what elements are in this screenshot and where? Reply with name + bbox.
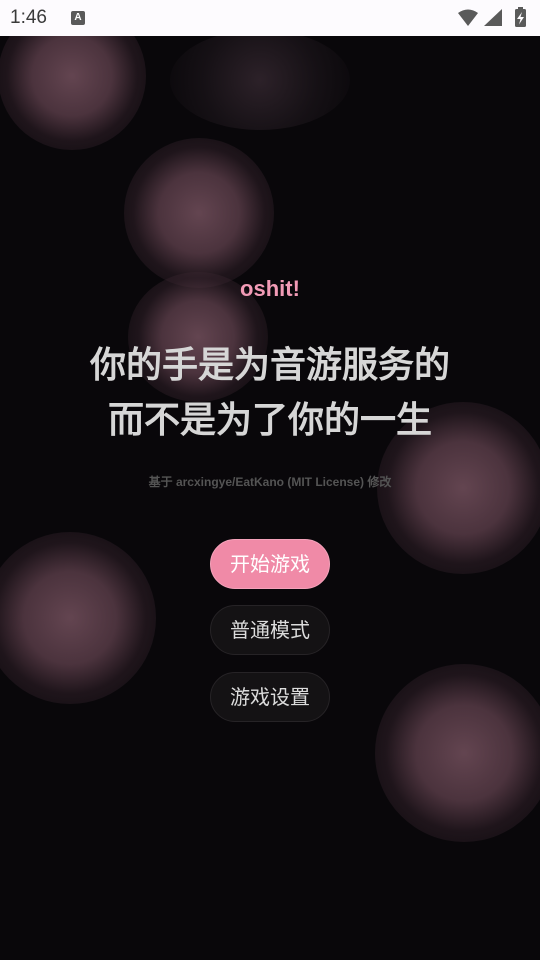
- background-blob: [375, 664, 540, 842]
- battery-charging-icon: [515, 7, 526, 27]
- background-blob: [0, 532, 156, 704]
- background-blob: [170, 30, 350, 130]
- wifi-icon: [458, 9, 478, 26]
- tagline-line-2: 而不是为了你的一生: [107, 400, 432, 441]
- game-settings-button[interactable]: 游戏设置: [210, 672, 330, 722]
- tagline-line-1: 你的手是为音游服务的: [89, 345, 450, 386]
- normal-mode-button[interactable]: 普通模式: [210, 605, 330, 655]
- cell-signal-icon: [484, 9, 502, 26]
- status-icons: [458, 7, 526, 27]
- notification-a-icon: A: [71, 11, 85, 25]
- app-title: oshit!: [240, 276, 300, 301]
- background-blob: [124, 138, 274, 288]
- status-bar: 1:46 A: [0, 0, 540, 36]
- game-menu-screen: 1:46 A oshit! 你的手是为音游服务的 而不是为了你的一生 基于 ar…: [0, 0, 540, 960]
- start-game-button[interactable]: 开始游戏: [210, 539, 330, 589]
- status-time: 1:46: [10, 7, 47, 28]
- credit-text: 基于 arcxingye/EatKano (MIT License) 修改: [148, 475, 392, 489]
